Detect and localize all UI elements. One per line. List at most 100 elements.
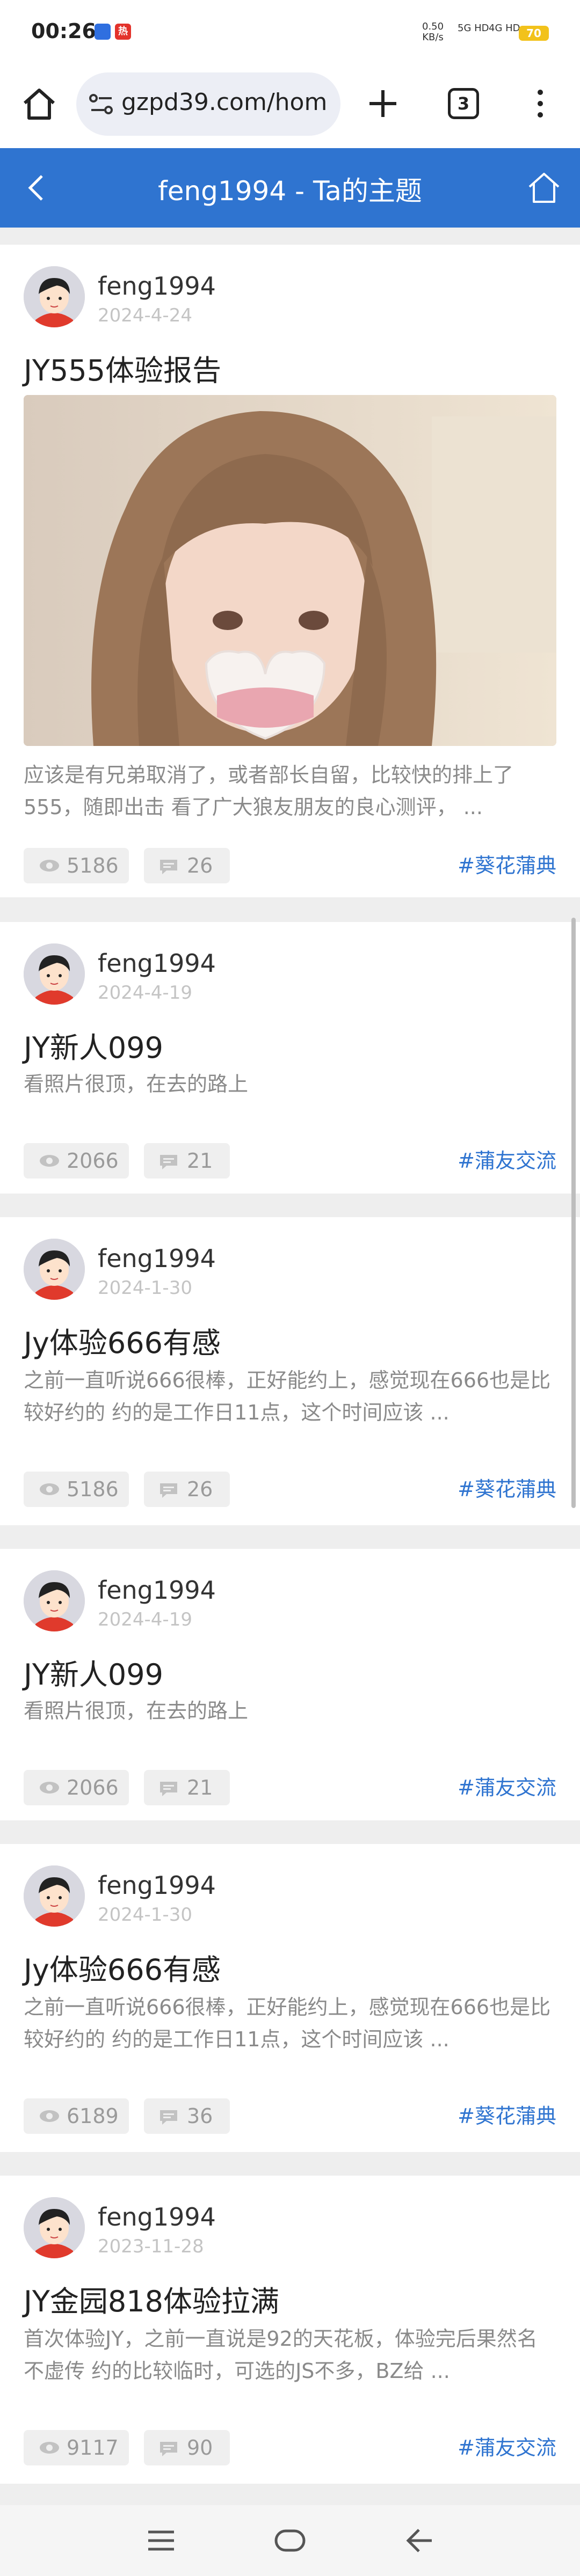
- comment-icon: [160, 2110, 177, 2125]
- page-title: feng1994 - Ta的主题: [158, 175, 422, 207]
- post-tag[interactable]: #蒲友交流: [458, 1770, 556, 1805]
- eye-icon: [40, 860, 59, 872]
- post-card[interactable]: feng1994 2024-4-19 JY新人099 看照片很顶，在去的路上 2…: [0, 922, 580, 1194]
- post-excerpt: 之前一直听说666很棒，正好能约上，感觉现在666也是比较好约的 约的是工作日1…: [24, 1368, 551, 1424]
- more-icon[interactable]: [530, 85, 551, 122]
- post-tag[interactable]: #葵花蒲典: [458, 1472, 556, 1507]
- circle-home-icon[interactable]: [273, 2526, 307, 2556]
- home-icon[interactable]: [20, 85, 58, 122]
- avatar-icon: [24, 266, 85, 327]
- post-title[interactable]: Jy体验666有感: [24, 1319, 221, 1362]
- view-count-value: 6189: [67, 2104, 119, 2128]
- comment-count[interactable]: 90: [144, 2430, 230, 2465]
- post-date: 2024-4-24: [98, 305, 192, 326]
- view-count: 5186: [24, 1472, 129, 1507]
- avatar[interactable]: [24, 943, 85, 1005]
- author-name[interactable]: feng1994: [98, 1576, 216, 1605]
- url-text[interactable]: gzpd39.com/hom: [121, 89, 327, 116]
- signal-4g-label: 4G HD: [489, 23, 520, 34]
- comment-count[interactable]: 36: [144, 2098, 230, 2134]
- post-title[interactable]: JY555体验报告: [24, 347, 221, 389]
- comment-icon: [160, 860, 177, 874]
- author-name[interactable]: feng1994: [98, 1244, 216, 1273]
- avatar-icon: [24, 1239, 85, 1300]
- comment-icon: [160, 1483, 177, 1498]
- menu-icon[interactable]: [145, 2526, 177, 2556]
- post-excerpt: 看照片很顶，在去的路上: [24, 1699, 249, 1723]
- avatar-icon: [24, 1570, 85, 1631]
- post-tag[interactable]: #葵花蒲典: [458, 848, 556, 883]
- comment-count[interactable]: 26: [144, 1472, 230, 1507]
- avatar[interactable]: [24, 1570, 85, 1631]
- tabs-icon[interactable]: 3: [448, 88, 479, 119]
- view-count-value: 2066: [67, 1776, 119, 1799]
- comment-count[interactable]: 21: [144, 1770, 230, 1805]
- avatar[interactable]: [24, 1865, 85, 1927]
- plus-icon[interactable]: [364, 85, 402, 122]
- comment-count-value: 90: [187, 2436, 213, 2460]
- browser-toolbar: gzpd39.com/hom 3: [0, 64, 580, 148]
- post-title[interactable]: JY新人099: [24, 1024, 163, 1066]
- post-card[interactable]: feng1994 2024-4-19 JY新人099 看照片很顶，在去的路上 2…: [0, 1549, 580, 1820]
- eye-icon: [40, 2442, 59, 2454]
- comment-count-value: 26: [187, 1477, 213, 1501]
- back-icon[interactable]: [403, 2524, 435, 2557]
- battery-icon: 70: [519, 26, 549, 41]
- view-count-value: 9117: [67, 2436, 119, 2460]
- comment-icon: [160, 2442, 177, 2456]
- avatar[interactable]: [24, 1239, 85, 1300]
- post-title[interactable]: Jy体验666有感: [24, 1946, 221, 1988]
- post-excerpt: 应该是有兄弟取消了，或者部长自留，比较快的排上了555，随即出击 看了广大狼友朋…: [24, 763, 514, 819]
- post-tag[interactable]: #蒲友交流: [458, 2430, 556, 2465]
- comment-count-value: 21: [187, 1149, 213, 1173]
- comment-icon: [160, 1155, 177, 1169]
- post-excerpt: 之前一直听说666很棒，正好能约上，感觉现在666也是比较好约的 约的是工作日1…: [24, 1995, 551, 2051]
- status-bar: 00:26 热 0.50 KB/s 5G HD 4G HD 70: [0, 0, 580, 64]
- author-name[interactable]: feng1994: [98, 272, 216, 301]
- post-title[interactable]: JY金园818体验拉满: [24, 2278, 279, 2320]
- post-card[interactable]: feng1994 2024-4-24 JY555体验报告 应该是有兄弟取消了，或…: [0, 245, 580, 897]
- view-count-value: 5186: [67, 1477, 119, 1501]
- comment-count-value: 21: [187, 1776, 213, 1799]
- avatar-icon: [24, 943, 85, 1005]
- eye-icon: [40, 2110, 59, 2122]
- view-count: 9117: [24, 2430, 129, 2465]
- author-name[interactable]: feng1994: [98, 2202, 216, 2231]
- eye-icon: [40, 1155, 59, 1167]
- avatar[interactable]: [24, 2197, 85, 2258]
- post-date: 2024-1-30: [98, 1904, 192, 1926]
- comment-count-value: 26: [187, 854, 213, 877]
- network-speed-value: 0.50: [422, 21, 444, 32]
- post-card[interactable]: feng1994 2024-1-30 Jy体验666有感 之前一直听说666很棒…: [0, 1844, 580, 2152]
- post-tag[interactable]: #蒲友交流: [458, 1143, 556, 1179]
- post-title[interactable]: JY新人099: [24, 1651, 163, 1693]
- comment-count[interactable]: 21: [144, 1143, 230, 1179]
- eye-icon: [40, 1483, 59, 1495]
- notification-badge-icon: 热: [115, 24, 131, 40]
- network-speed-unit: KB/s: [422, 32, 444, 43]
- post-excerpt: 首次体验JY，之前一直说是92的天花板，体验完后果然名不虚传 约的比较临时，可选…: [24, 2327, 538, 2383]
- comment-count[interactable]: 26: [144, 848, 230, 883]
- scrollbar[interactable]: [571, 918, 576, 1508]
- site-settings-icon[interactable]: [89, 93, 114, 115]
- status-time: 00:26: [31, 19, 96, 43]
- view-count: 2066: [24, 1143, 129, 1179]
- view-count-value: 2066: [67, 1149, 119, 1173]
- eye-icon: [40, 1782, 59, 1794]
- post-date: 2023-11-28: [98, 2236, 204, 2257]
- post-image[interactable]: [24, 395, 556, 746]
- post-card[interactable]: feng1994 2024-1-30 Jy体验666有感 之前一直听说666很棒…: [0, 1217, 580, 1525]
- author-name[interactable]: feng1994: [98, 949, 216, 978]
- home-icon[interactable]: [525, 169, 563, 206]
- post-tag[interactable]: #葵花蒲典: [458, 2098, 556, 2134]
- avatar[interactable]: [24, 266, 85, 327]
- comment-count-value: 36: [187, 2104, 213, 2128]
- app-header: feng1994 - Ta的主题: [0, 148, 580, 228]
- author-name[interactable]: feng1994: [98, 1871, 216, 1900]
- view-count: 2066: [24, 1770, 129, 1805]
- address-bar[interactable]: gzpd39.com/hom: [76, 72, 340, 136]
- avatar-icon: [24, 2197, 85, 2258]
- post-card[interactable]: feng1994 2023-11-28 JY金园818体验拉满 首次体验JY，之…: [0, 2176, 580, 2484]
- view-count: 6189: [24, 2098, 129, 2134]
- post-excerpt: 看照片很顶，在去的路上: [24, 1072, 249, 1096]
